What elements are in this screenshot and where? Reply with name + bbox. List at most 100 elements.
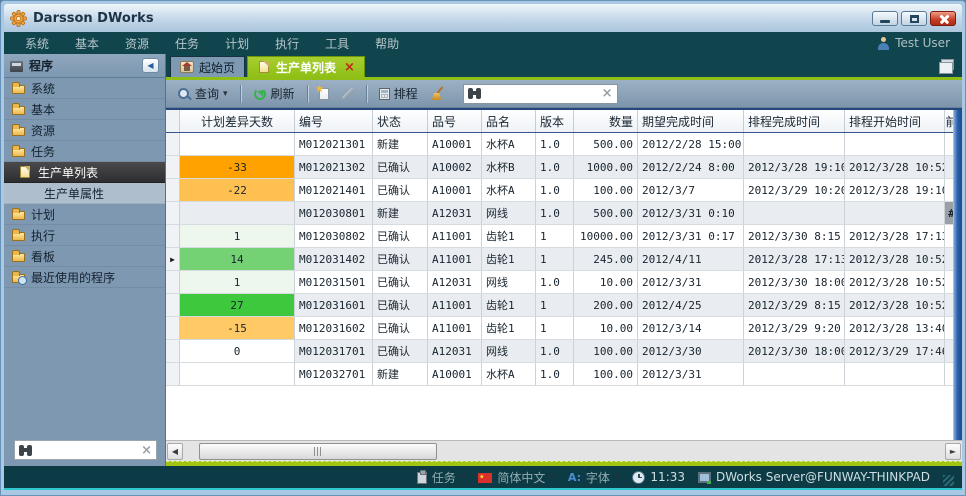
- cell-status: 新建: [373, 202, 428, 224]
- table-row[interactable]: 1 M012030802 已确认 A11001 齿轮1 1 10000.00 2…: [166, 225, 962, 248]
- schedule-button[interactable]: 排程: [374, 83, 423, 104]
- maximize-button[interactable]: [901, 11, 927, 26]
- refresh-label: 刷新: [271, 85, 295, 102]
- row-indicator-cell: ▶: [166, 248, 180, 270]
- minimize-icon: [880, 20, 890, 23]
- table-row[interactable]: M012032701 新建 A10001 水杯A 1.0 100.00 2012…: [166, 363, 962, 386]
- table-row[interactable]: 27 M012031601 已确认 A11001 齿轮1 1 200.00 20…: [166, 294, 962, 317]
- clear-search-icon[interactable]: ×: [141, 444, 152, 457]
- toolbar-separator: [240, 85, 241, 103]
- table-row[interactable]: 0 M012031701 已确认 A12031 网线 1.0 100.00 20…: [166, 340, 962, 363]
- menu-item[interactable]: 执行: [262, 35, 312, 52]
- column-header-id[interactable]: 编号: [295, 110, 373, 132]
- column-header-ind[interactable]: [166, 110, 180, 132]
- resize-grip[interactable]: [943, 475, 954, 486]
- menubar: 系统基本资源任务计划执行工具帮助 Test User: [4, 32, 962, 54]
- new-document-icon[interactable]: [319, 88, 329, 100]
- titlebar[interactable]: Darsson DWorks: [4, 4, 962, 32]
- app-logo-gear-icon: [10, 10, 27, 27]
- menu-items: 系统基本资源任务计划执行工具帮助: [12, 35, 412, 52]
- row-indicator-cell: [166, 179, 180, 201]
- cell-item-name: 齿轮1: [482, 225, 536, 247]
- window-title: Darsson DWorks: [33, 11, 154, 26]
- column-header-status[interactable]: 状态: [373, 110, 428, 132]
- scroll-left-button[interactable]: ◀: [167, 443, 183, 460]
- menu-item[interactable]: 帮助: [362, 35, 412, 52]
- binoculars-icon: [19, 444, 33, 457]
- sidebar-item[interactable]: 生产单属性: [4, 183, 165, 204]
- tab-close-icon[interactable]: ×: [344, 60, 355, 75]
- current-user[interactable]: Test User: [877, 36, 954, 50]
- cell-plan-diff-days: 0: [180, 340, 295, 362]
- column-header-sstart[interactable]: 排程开始时间: [845, 110, 945, 132]
- tab-icon: [180, 61, 194, 73]
- query-button[interactable]: 查询 ▾: [172, 83, 233, 104]
- column-header-itemno[interactable]: 品号: [428, 110, 482, 132]
- row-indicator-cell: [166, 133, 180, 155]
- tab[interactable]: 生产单列表 ×: [247, 56, 365, 77]
- scrollbar-thumb[interactable]: [199, 443, 437, 460]
- sidebar-item[interactable]: 基本: [4, 99, 165, 120]
- sidebar-item[interactable]: 任务: [4, 141, 165, 162]
- cell-expected-finish-time: 2012/4/25: [638, 294, 744, 316]
- menu-item[interactable]: 计划: [212, 35, 262, 52]
- refresh-button[interactable]: 刷新: [248, 83, 300, 104]
- edit-pencil-icon[interactable]: [341, 87, 355, 100]
- tab[interactable]: 起始页: [170, 56, 245, 77]
- cell-item-no: A10001: [428, 179, 482, 201]
- broom-clean-icon[interactable]: [431, 87, 445, 100]
- tabstrip: 起始页 生产单列表 ×: [166, 54, 962, 80]
- font-dropdown[interactable]: 字体 ▾: [568, 469, 620, 486]
- table-row[interactable]: -33 M012021302 已确认 A10002 水杯B 1.0 1000.0…: [166, 156, 962, 179]
- minimize-button[interactable]: [872, 11, 898, 26]
- maximize-icon: [910, 15, 919, 23]
- sidebar-item[interactable]: 执行: [4, 225, 165, 246]
- sidebar-item[interactable]: 系统: [4, 78, 165, 99]
- menu-item[interactable]: 资源: [112, 35, 162, 52]
- cell-schedule-start-time: 2012/3/28 10:52: [845, 248, 945, 270]
- sidebar-item[interactable]: 最近使用的程序: [4, 267, 165, 288]
- column-header-exp[interactable]: 期望完成时间: [638, 110, 744, 132]
- cell-version: 1.0: [536, 202, 574, 224]
- toolbar-search-input[interactable]: [486, 87, 598, 100]
- clear-search-icon[interactable]: ×: [602, 87, 613, 100]
- column-header-send[interactable]: 排程完成时间: [744, 110, 845, 132]
- column-header-ver[interactable]: 版本: [536, 110, 574, 132]
- tab-label: 起始页: [199, 59, 235, 76]
- table-row[interactable]: ▶ 14 M012031402 已确认 A11001 齿轮1 1 245.00 …: [166, 248, 962, 271]
- sidebar-item[interactable]: 计划: [4, 204, 165, 225]
- clock-icon: [632, 471, 645, 484]
- cell-expected-finish-time: 2012/3/14: [638, 317, 744, 339]
- table-row[interactable]: M012030801 新建 A12031 网线 1.0 500.00 2012/…: [166, 202, 962, 225]
- column-header-diff[interactable]: 计划差异天数: [180, 110, 295, 132]
- menu-item[interactable]: 基本: [62, 35, 112, 52]
- table-row[interactable]: -22 M012021401 已确认 A10001 水杯A 1.0 100.00…: [166, 179, 962, 202]
- column-header-itemname[interactable]: 品名: [482, 110, 536, 132]
- cell-quantity: 100.00: [574, 179, 638, 201]
- scrollbar-track[interactable]: [185, 443, 943, 460]
- row-indicator-cell: [166, 271, 180, 293]
- menu-item[interactable]: 系统: [12, 35, 62, 52]
- column-header-qty[interactable]: 数量: [574, 110, 638, 132]
- sidebar-item[interactable]: 看板: [4, 246, 165, 267]
- table-row[interactable]: -15 M012031602 已确认 A11001 齿轮1 1 10.00 20…: [166, 317, 962, 340]
- sidebar-item[interactable]: 资源: [4, 120, 165, 141]
- table-row[interactable]: 1 M012031501 已确认 A12031 网线 1.0 10.00 201…: [166, 271, 962, 294]
- sidebar-collapse-button[interactable]: ◀: [142, 58, 159, 73]
- menu-item[interactable]: 工具: [312, 35, 362, 52]
- task-dropdown[interactable]: 任务 ▾: [417, 469, 466, 486]
- close-button[interactable]: [930, 11, 956, 26]
- vertical-scrollbar[interactable]: [953, 110, 962, 440]
- sidebar-search-input[interactable]: [37, 444, 137, 457]
- sidebar-item-label: 计划: [31, 206, 55, 223]
- sidebar-item[interactable]: 生产单列表: [4, 162, 165, 183]
- binoculars-icon: [468, 87, 482, 100]
- tab-list-icon[interactable]: [941, 59, 954, 70]
- cell-status: 已确认: [373, 271, 428, 293]
- table-row[interactable]: M012021301 新建 A10001 水杯A 1.0 500.00 2012…: [166, 133, 962, 156]
- scroll-right-button[interactable]: ►: [945, 443, 961, 460]
- menu-item[interactable]: 任务: [162, 35, 212, 52]
- language-dropdown[interactable]: 简体中文 ▾: [478, 469, 555, 486]
- chevron-down-icon: ▾: [223, 89, 228, 99]
- cell-order-id: M012021401: [295, 179, 373, 201]
